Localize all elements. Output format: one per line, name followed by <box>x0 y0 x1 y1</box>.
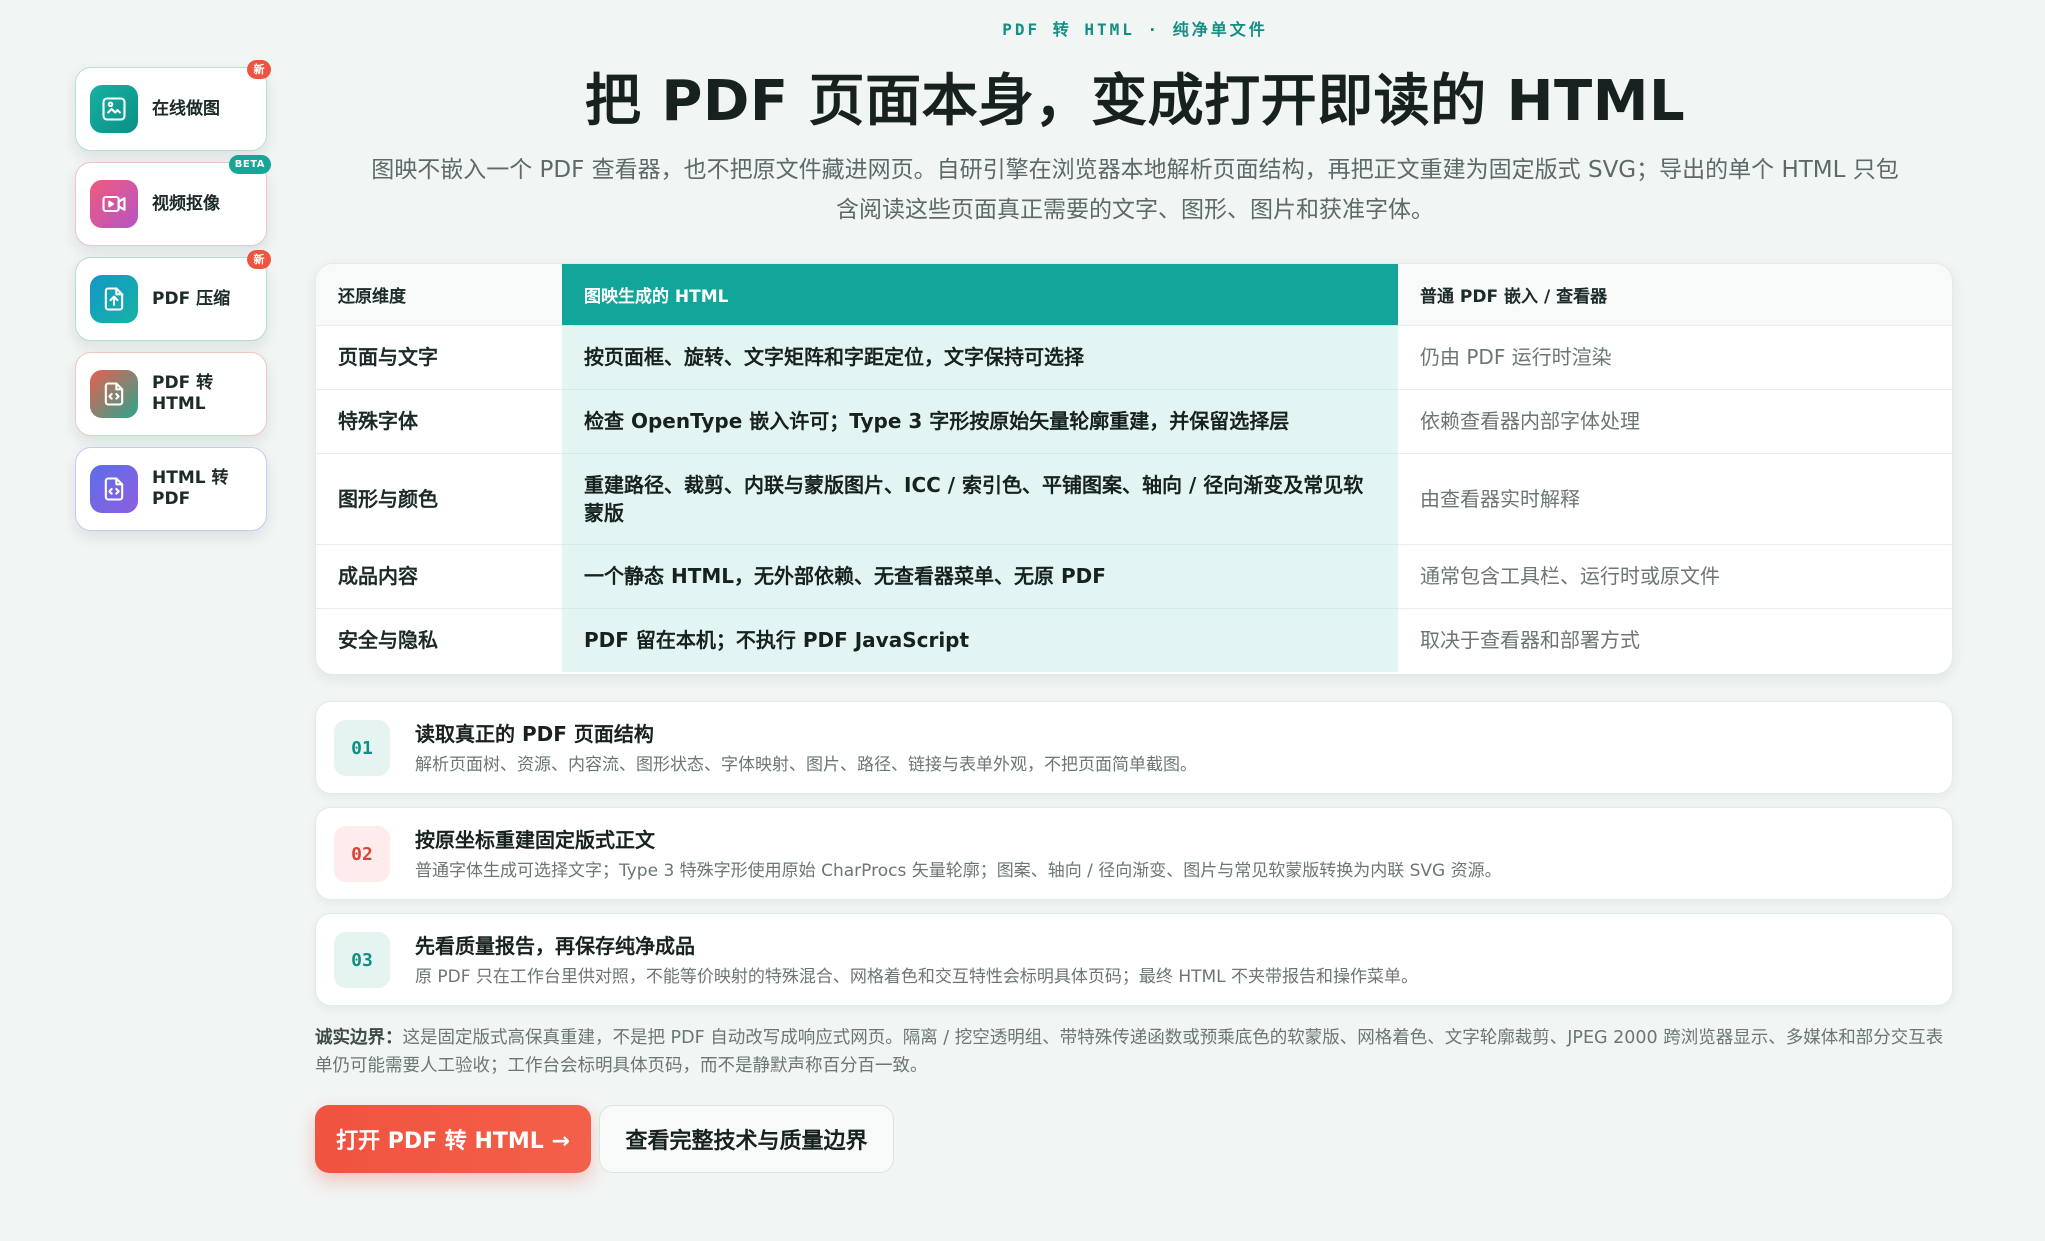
sidebar-item-label: 在线做图 <box>152 98 220 119</box>
cell-dimension: 安全与隐私 <box>316 607 562 672</box>
page-title: 把 PDF 页面本身，变成打开即读的 HTML <box>584 69 1686 134</box>
cell-ours: 重建路径、裁剪、内联与蒙版图片、ICC / 索引色、平铺图案、轴向 / 径向渐变… <box>562 452 1398 544</box>
video-icon <box>90 180 138 228</box>
page-lead: 图映不嵌入一个 PDF 查看器，也不把原文件藏进网页。自研引擎在浏览器本地解析页… <box>371 157 1899 223</box>
sidebar-item-online-design[interactable]: 在线做图 新 <box>75 60 271 151</box>
table-row: 安全与隐私 PDF 留在本机；不执行 PDF JavaScript 取决于查看器… <box>316 607 1952 672</box>
step-title: 按原坐标重建固定版式正文 <box>415 828 655 852</box>
section-eyebrow: PDF 转 HTML · 纯净单文件 <box>1002 20 1268 39</box>
file-code-icon <box>90 465 138 513</box>
step-card: 01 读取真正的 PDF 页面结构 解析页面树、资源、内容流、图形状态、字体映射… <box>315 701 1953 794</box>
comparison-table: 还原维度 图映生成的 HTML 普通 PDF 嵌入 / 查看器 页面与文字 按页… <box>315 263 1953 675</box>
sidebar-item-label: 视频抠像 <box>152 193 220 214</box>
open-pdf-to-html-button[interactable]: 打开 PDF 转 HTML → <box>315 1105 591 1173</box>
table-row: 图形与颜色 重建路径、裁剪、内联与蒙版图片、ICC / 索引色、平铺图案、轴向 … <box>316 452 1952 544</box>
table-row: 特殊字体 检查 OpenType 嵌入许可；Type 3 字形按原始矢量轮廓重建… <box>316 388 1952 453</box>
new-badge: 新 <box>247 60 271 79</box>
sidebar-item-pdf-compress[interactable]: PDF 压缩 新 <box>75 250 271 341</box>
table-row: 页面与文字 按页面框、旋转、文字矩阵和字距定位，文字保持可选择 仍由 PDF 运… <box>316 324 1952 389</box>
note-label: 诚实边界： <box>315 1028 403 1048</box>
cell-other: 由查看器实时解释 <box>1398 452 1952 544</box>
cell-other: 依赖查看器内部字体处理 <box>1398 388 1952 453</box>
cell-other: 取决于查看器和部署方式 <box>1398 607 1952 672</box>
cell-ours: PDF 留在本机；不执行 PDF JavaScript <box>562 607 1398 672</box>
note-text: 这是固定版式高保真重建，不是把 PDF 自动改写成响应式网页。隔离 / 挖空透明… <box>315 1028 1944 1076</box>
cell-other: 通常包含工具栏、运行时或原文件 <box>1398 543 1952 608</box>
step-title: 读取真正的 PDF 页面结构 <box>415 722 654 746</box>
sidebar-item-video-matting[interactable]: 视频抠像 BETA <box>75 155 271 246</box>
step-number: 02 <box>334 826 390 882</box>
cell-ours: 检查 OpenType 嵌入许可；Type 3 字形按原始矢量轮廓重建，并保留选… <box>562 388 1398 453</box>
step-card: 02 按原坐标重建固定版式正文 普通字体生成可选择文字；Type 3 特殊字形使… <box>315 807 1953 900</box>
cell-dimension: 页面与文字 <box>316 324 562 389</box>
cell-ours: 一个静态 HTML，无外部依赖、无查看器菜单、无原 PDF <box>562 543 1398 608</box>
step-description: 原 PDF 只在工作台里供对照，不能等价映射的特殊混合、网格着色和交互特性会标明… <box>415 967 1419 987</box>
sidebar-item-label: HTML 转 PDF <box>152 468 229 509</box>
file-code-icon <box>90 370 138 418</box>
sidebar-item-pdf-to-html[interactable]: PDF 转 HTML <box>75 352 267 436</box>
image-edit-icon <box>90 85 138 133</box>
sidebar-item-html-to-pdf[interactable]: HTML 转 PDF <box>75 447 267 531</box>
step-card: 03 先看质量报告，再保存纯净成品 原 PDF 只在工作台里供对照，不能等价映射… <box>315 913 1953 1006</box>
sidebar-item-label: PDF 压缩 <box>152 288 231 309</box>
tool-sidebar: 在线做图 新 视频抠像 BETA PDF 压缩 新 PDF 转 HTML HTM… <box>75 60 271 542</box>
step-description: 解析页面树、资源、内容流、图形状态、字体映射、图片、路径、链接与表单外观，不把页… <box>415 755 1197 775</box>
column-header-dimension: 还原维度 <box>316 264 562 325</box>
cell-dimension: 图形与颜色 <box>316 452 562 544</box>
cell-other: 仍由 PDF 运行时渲染 <box>1398 324 1952 389</box>
beta-badge: BETA <box>228 155 271 174</box>
step-description: 普通字体生成可选择文字；Type 3 特殊字形使用原始 CharProcs 矢量… <box>415 861 1502 881</box>
column-header-ours: 图映生成的 HTML <box>562 264 1398 325</box>
step-number: 01 <box>334 720 390 776</box>
step-title: 先看质量报告，再保存纯净成品 <box>415 934 695 958</box>
new-badge: 新 <box>247 250 271 269</box>
cell-ours: 按页面框、旋转、文字矩阵和字距定位，文字保持可选择 <box>562 324 1398 389</box>
table-header-row: 还原维度 图映生成的 HTML 普通 PDF 嵌入 / 查看器 <box>316 264 1952 325</box>
honesty-note: 诚实边界：这是固定版式高保真重建，不是把 PDF 自动改写成响应式网页。隔离 /… <box>315 1024 1955 1080</box>
cell-dimension: 成品内容 <box>316 543 562 608</box>
file-upload-icon <box>90 275 138 323</box>
table-row: 成品内容 一个静态 HTML，无外部依赖、无查看器菜单、无原 PDF 通常包含工… <box>316 543 1952 608</box>
step-number: 03 <box>334 932 390 988</box>
view-tech-details-button[interactable]: 查看完整技术与质量边界 <box>599 1105 894 1173</box>
column-header-other: 普通 PDF 嵌入 / 查看器 <box>1398 264 1952 325</box>
cell-dimension: 特殊字体 <box>316 388 562 453</box>
sidebar-item-label: PDF 转 HTML <box>152 373 214 414</box>
